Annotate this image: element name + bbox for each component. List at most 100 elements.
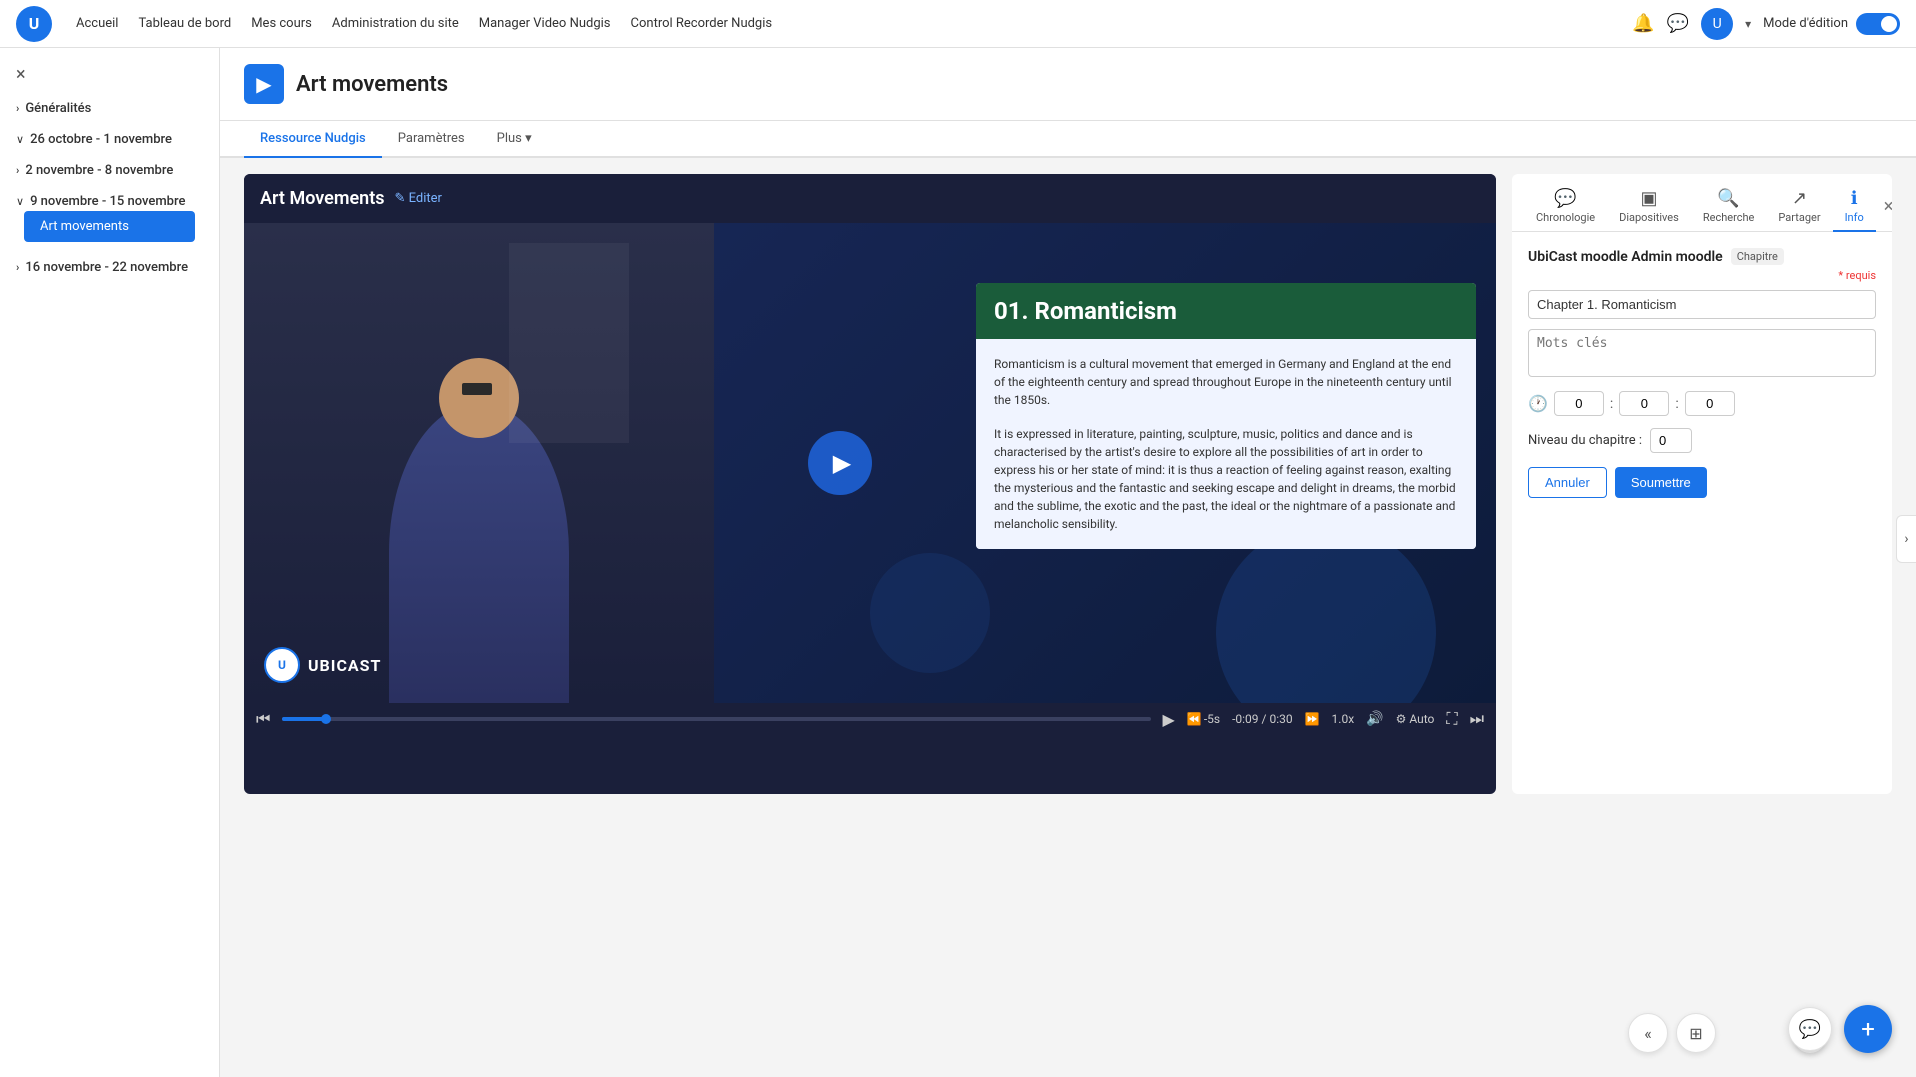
- info-panel: 💬 Chronologie ▣ Diapositives 🔍 Recherche…: [1512, 174, 1892, 794]
- level-select[interactable]: 0 1 2: [1650, 428, 1692, 453]
- panel-tab-diapositives[interactable]: ▣ Diapositives: [1607, 182, 1691, 232]
- info-badge: Chapitre: [1731, 248, 1784, 265]
- chapter-input[interactable]: [1528, 290, 1876, 319]
- sidebar-section-nov9-header[interactable]: ∨ 9 novembre - 15 novembre: [16, 194, 203, 209]
- nav-control-recorder[interactable]: Control Recorder Nudgis: [631, 16, 773, 31]
- play-icon: ▶: [833, 449, 851, 477]
- clock-icon: 🕐: [1528, 394, 1548, 413]
- page-title: Art movements: [296, 72, 448, 97]
- play-button[interactable]: ▶: [808, 431, 872, 495]
- user-avatar[interactable]: U: [1701, 8, 1733, 40]
- chevron-icon-generalites: ›: [16, 102, 19, 115]
- comment-fab-button[interactable]: 💬: [1788, 1007, 1832, 1051]
- content-area: ▶ Art movements Ressource Nudgis Paramèt…: [220, 48, 1916, 1077]
- chevron-icon-nov16: ›: [16, 261, 19, 274]
- sidebar-section-nov16: › 16 novembre - 22 novembre: [0, 252, 219, 283]
- mode-edition-toggle[interactable]: [1856, 13, 1900, 35]
- sidebar-close-button[interactable]: ×: [0, 60, 219, 93]
- sidebar-section-nov16-header[interactable]: › 16 novembre - 22 novembre: [16, 260, 203, 275]
- skip-forward-icon: ⏩: [1305, 712, 1320, 726]
- navbar-right: 🔔 💬 U ▾ Mode d'édition: [1632, 8, 1900, 40]
- time-display: -0:09 / 0:30: [1232, 712, 1293, 726]
- sidebar: × › Généralités ∨ 26 octobre - 1 novembr…: [0, 48, 220, 1077]
- sidebar-section-generalites-header[interactable]: › Généralités: [16, 101, 203, 116]
- sidebar-section-nov2-label: 2 novembre - 8 novembre: [25, 163, 173, 178]
- nav-grid-button[interactable]: ⊞: [1676, 1013, 1716, 1053]
- tab-parametres[interactable]: Paramètres: [382, 121, 481, 158]
- panel-tabs: 💬 Chronologie ▣ Diapositives 🔍 Recherche…: [1512, 174, 1892, 232]
- chat-icon[interactable]: 💬: [1667, 13, 1689, 34]
- slide-text-2: It is expressed in literature, painting,…: [994, 425, 1458, 533]
- chevron-icon-nov2: ›: [16, 164, 19, 177]
- info-label: Info: [1845, 211, 1864, 224]
- presenter-box: [244, 223, 714, 703]
- chronologie-icon: 💬: [1554, 188, 1576, 209]
- time-seconds-input[interactable]: [1685, 391, 1735, 416]
- bg-circle-1: [1216, 523, 1436, 703]
- progress-bar[interactable]: [282, 717, 1150, 721]
- skip-back-button[interactable]: ⏪ -5s: [1187, 712, 1220, 726]
- chevron-down-icon[interactable]: ▾: [1745, 17, 1751, 31]
- settings-button[interactable]: ⚙ Auto: [1396, 712, 1435, 726]
- video-header: Art Movements ✎ Editer: [244, 174, 1496, 223]
- sidebar-section-nov9-label: 9 novembre - 15 novembre: [30, 194, 185, 209]
- skip-to-end-button[interactable]: ⏭: [1470, 709, 1484, 729]
- nav-manager-video[interactable]: Manager Video Nudgis: [479, 16, 611, 31]
- time-hours-input[interactable]: [1554, 391, 1604, 416]
- info-form: UbiCast moodle Admin moodle Chapitre * r…: [1512, 232, 1892, 514]
- mots-cles-input[interactable]: [1528, 329, 1876, 377]
- bell-icon[interactable]: 🔔: [1632, 13, 1654, 34]
- nav-mes-cours[interactable]: Mes cours: [251, 16, 312, 31]
- time-minutes-input[interactable]: [1619, 391, 1669, 416]
- sidebar-section-nov2-header[interactable]: › 2 novembre - 8 novembre: [16, 163, 203, 178]
- add-fab-button[interactable]: +: [1844, 1005, 1892, 1053]
- ubicast-overlay: U UBICAST: [264, 647, 381, 683]
- sidebar-item-art-movements[interactable]: Art movements: [24, 211, 195, 242]
- sidebar-section-generalites: › Généralités: [0, 93, 219, 124]
- bg-circle-2: [870, 553, 990, 673]
- slide-overlay: 01. Romanticism Romanticism is a cultura…: [976, 283, 1476, 549]
- sidebar-section-nov9: ∨ 9 novembre - 15 novembre Art movements: [0, 186, 219, 252]
- skip-to-start-button[interactable]: ⏮: [256, 709, 270, 729]
- sidebar-handle[interactable]: ›: [1896, 515, 1916, 563]
- skip-forward-button[interactable]: ⏩: [1305, 712, 1320, 726]
- volume-button[interactable]: 🔊: [1366, 711, 1383, 727]
- nav-prev-button[interactable]: «: [1628, 1013, 1668, 1053]
- panel-tab-partager[interactable]: ↗ Partager: [1766, 182, 1832, 232]
- submit-button[interactable]: Soumettre: [1615, 467, 1707, 498]
- speed-button[interactable]: 1.0x: [1332, 712, 1355, 726]
- panel-tab-recherche[interactable]: 🔍 Recherche: [1691, 182, 1767, 232]
- recherche-icon: 🔍: [1717, 188, 1739, 209]
- tab-plus[interactable]: Plus ▾: [481, 121, 548, 158]
- play-pause-button[interactable]: ▶: [1163, 710, 1175, 729]
- btn-row: Annuler Soumettre: [1528, 467, 1876, 498]
- chevron-icon-nov9: ∨: [16, 195, 24, 208]
- progress-fill: [282, 717, 325, 721]
- sidebar-section-oct26-header[interactable]: ∨ 26 octobre - 1 novembre: [16, 132, 203, 147]
- panel-tab-info[interactable]: ℹ Info: [1833, 182, 1876, 232]
- add-fab-icon: +: [1861, 1015, 1875, 1043]
- edit-link[interactable]: ✎ Editer: [395, 191, 442, 206]
- nav-accueil[interactable]: Accueil: [76, 16, 118, 31]
- info-required-label: * requis: [1528, 269, 1876, 282]
- progress-dot: [321, 714, 331, 724]
- panel-tab-chronologie[interactable]: 💬 Chronologie: [1524, 182, 1607, 232]
- info-icon: ℹ: [1851, 188, 1858, 209]
- navbar-links: Accueil Tableau de bord Mes cours Admini…: [76, 16, 772, 31]
- fullscreen-button[interactable]: ⛶: [1446, 709, 1457, 729]
- navbar-logo[interactable]: U: [16, 6, 52, 42]
- time-row: 🕐 : :: [1528, 391, 1876, 416]
- recherche-label: Recherche: [1703, 211, 1755, 224]
- panel-close-button[interactable]: ×: [1876, 192, 1892, 221]
- mode-edition-container: Mode d'édition: [1763, 13, 1900, 35]
- nav-tableau[interactable]: Tableau de bord: [138, 16, 231, 31]
- cancel-button[interactable]: Annuler: [1528, 467, 1607, 498]
- fab-container: 💬 +: [1788, 1005, 1892, 1053]
- video-controls: ⏮ ▶ ⏪ -5s -0:09 / 0:30 ⏩: [244, 703, 1496, 735]
- sidebar-section-generalites-label: Généralités: [25, 101, 91, 116]
- mode-edition-label: Mode d'édition: [1763, 16, 1848, 31]
- tab-ressource-nudgis[interactable]: Ressource Nudgis: [244, 121, 382, 158]
- sidebar-section-oct26: ∨ 26 octobre - 1 novembre: [0, 124, 219, 155]
- nav-prev-next: « ⊞: [1628, 1013, 1716, 1053]
- nav-administration[interactable]: Administration du site: [332, 16, 459, 31]
